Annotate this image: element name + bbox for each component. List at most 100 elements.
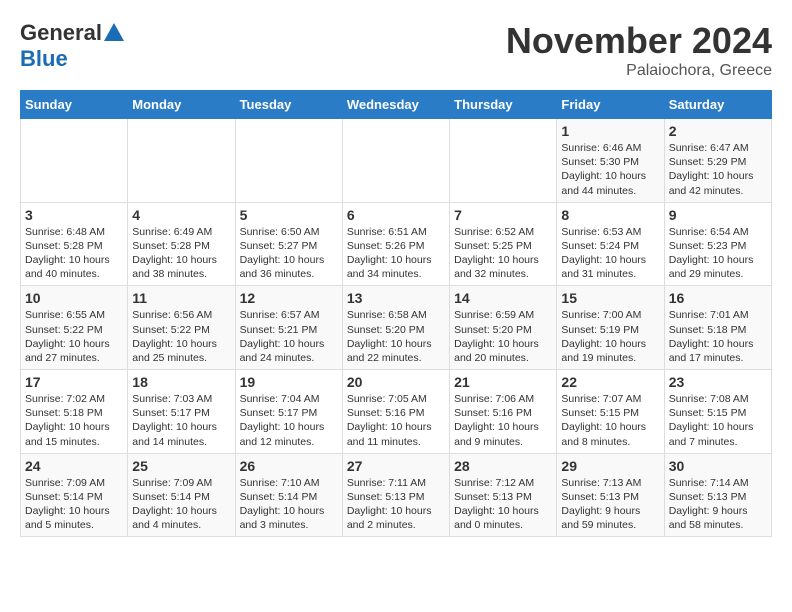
day-number: 21 (454, 374, 552, 390)
calendar-cell: 12 Sunrise: 6:57 AM Sunset: 5:21 PM Dayli… (235, 286, 342, 370)
day-number: 10 (25, 290, 123, 306)
day-info: Sunrise: 6:56 AM Sunset: 5:22 PM Dayligh… (132, 308, 230, 365)
day-number: 2 (669, 123, 767, 139)
calendar-cell: 10 Sunrise: 6:55 AM Sunset: 5:22 PM Dayli… (21, 286, 128, 370)
calendar-cell: 18 Sunrise: 7:03 AM Sunset: 5:17 PM Dayli… (128, 370, 235, 454)
calendar-cell: 25Sunrise: 7:09 AM Sunset: 5:14 PM Dayli… (128, 453, 235, 537)
day-info: Sunrise: 7:02 AM Sunset: 5:18 PM Dayligh… (25, 392, 123, 449)
calendar-cell: 19 Sunrise: 7:04 AM Sunset: 5:17 PM Dayli… (235, 370, 342, 454)
day-info: Sunrise: 7:03 AM Sunset: 5:17 PM Dayligh… (132, 392, 230, 449)
day-info: Sunrise: 7:09 AM Sunset: 5:14 PM Dayligh… (25, 476, 123, 533)
day-number: 18 (132, 374, 230, 390)
day-info: Sunrise: 6:52 AM Sunset: 5:25 PM Dayligh… (454, 225, 552, 282)
calendar-week-row: 3 Sunrise: 6:48 AM Sunset: 5:28 PM Daylig… (21, 202, 772, 286)
day-info: Sunrise: 6:50 AM Sunset: 5:27 PM Dayligh… (240, 225, 338, 282)
day-number: 6 (347, 207, 445, 223)
day-info: Sunrise: 7:11 AM Sunset: 5:13 PM Dayligh… (347, 476, 445, 533)
logo-general: General (20, 20, 102, 46)
day-info: Sunrise: 7:09 AM Sunset: 5:14 PM Dayligh… (132, 476, 230, 533)
header-tuesday: Tuesday (235, 91, 342, 119)
day-number: 15 (561, 290, 659, 306)
month-title: November 2024 (506, 20, 772, 62)
day-info: Sunrise: 7:06 AM Sunset: 5:16 PM Dayligh… (454, 392, 552, 449)
day-number: 19 (240, 374, 338, 390)
day-info: Sunrise: 7:04 AM Sunset: 5:17 PM Dayligh… (240, 392, 338, 449)
day-number: 1 (561, 123, 659, 139)
calendar-table: SundayMondayTuesdayWednesdayThursdayFrid… (20, 90, 772, 537)
calendar-cell: 27Sunrise: 7:11 AM Sunset: 5:13 PM Dayli… (342, 453, 449, 537)
page-header: General Blue November 2024 Palaiochora, … (20, 20, 772, 80)
day-info: Sunrise: 6:54 AM Sunset: 5:23 PM Dayligh… (669, 225, 767, 282)
calendar-cell: 20 Sunrise: 7:05 AM Sunset: 5:16 PM Dayli… (342, 370, 449, 454)
day-number: 20 (347, 374, 445, 390)
calendar-cell: 28 Sunrise: 7:12 AM Sunset: 5:13 PM Dayli… (450, 453, 557, 537)
calendar-cell (235, 119, 342, 203)
calendar-cell: 6 Sunrise: 6:51 AM Sunset: 5:26 PM Daylig… (342, 202, 449, 286)
calendar-cell: 13Sunrise: 6:58 AM Sunset: 5:20 PM Dayli… (342, 286, 449, 370)
day-number: 14 (454, 290, 552, 306)
calendar-week-row: 1Sunrise: 6:46 AM Sunset: 5:30 PM Daylig… (21, 119, 772, 203)
day-number: 28 (454, 458, 552, 474)
day-info: Sunrise: 7:07 AM Sunset: 5:15 PM Dayligh… (561, 392, 659, 449)
day-number: 9 (669, 207, 767, 223)
calendar-cell: 16Sunrise: 7:01 AM Sunset: 5:18 PM Dayli… (664, 286, 771, 370)
day-info: Sunrise: 6:47 AM Sunset: 5:29 PM Dayligh… (669, 141, 767, 198)
logo-triangle-icon (104, 23, 124, 41)
header-wednesday: Wednesday (342, 91, 449, 119)
day-info: Sunrise: 6:55 AM Sunset: 5:22 PM Dayligh… (25, 308, 123, 365)
calendar-week-row: 24 Sunrise: 7:09 AM Sunset: 5:14 PM Dayli… (21, 453, 772, 537)
day-number: 24 (25, 458, 123, 474)
calendar-cell: 30Sunrise: 7:14 AM Sunset: 5:13 PM Dayli… (664, 453, 771, 537)
day-number: 3 (25, 207, 123, 223)
calendar-week-row: 10 Sunrise: 6:55 AM Sunset: 5:22 PM Dayli… (21, 286, 772, 370)
location: Palaiochora, Greece (506, 62, 772, 80)
day-number: 4 (132, 207, 230, 223)
header-monday: Monday (128, 91, 235, 119)
calendar-week-row: 17 Sunrise: 7:02 AM Sunset: 5:18 PM Dayli… (21, 370, 772, 454)
logo-blue: Blue (20, 46, 68, 72)
day-info: Sunrise: 6:57 AM Sunset: 5:21 PM Dayligh… (240, 308, 338, 365)
day-number: 13 (347, 290, 445, 306)
calendar-cell: 24 Sunrise: 7:09 AM Sunset: 5:14 PM Dayli… (21, 453, 128, 537)
calendar-cell: 11 Sunrise: 6:56 AM Sunset: 5:22 PM Dayli… (128, 286, 235, 370)
calendar-cell: 23Sunrise: 7:08 AM Sunset: 5:15 PM Dayli… (664, 370, 771, 454)
day-number: 26 (240, 458, 338, 474)
day-info: Sunrise: 7:10 AM Sunset: 5:14 PM Dayligh… (240, 476, 338, 533)
day-info: Sunrise: 6:51 AM Sunset: 5:26 PM Dayligh… (347, 225, 445, 282)
day-info: Sunrise: 7:08 AM Sunset: 5:15 PM Dayligh… (669, 392, 767, 449)
calendar-cell: 5Sunrise: 6:50 AM Sunset: 5:27 PM Daylig… (235, 202, 342, 286)
calendar-cell: 22 Sunrise: 7:07 AM Sunset: 5:15 PM Dayli… (557, 370, 664, 454)
day-info: Sunrise: 7:05 AM Sunset: 5:16 PM Dayligh… (347, 392, 445, 449)
calendar-cell: 14Sunrise: 6:59 AM Sunset: 5:20 PM Dayli… (450, 286, 557, 370)
day-number: 16 (669, 290, 767, 306)
day-info: Sunrise: 7:00 AM Sunset: 5:19 PM Dayligh… (561, 308, 659, 365)
calendar-cell (450, 119, 557, 203)
calendar-cell: 15 Sunrise: 7:00 AM Sunset: 5:19 PM Dayli… (557, 286, 664, 370)
header-friday: Friday (557, 91, 664, 119)
calendar-cell: 26 Sunrise: 7:10 AM Sunset: 5:14 PM Dayli… (235, 453, 342, 537)
day-number: 8 (561, 207, 659, 223)
day-number: 29 (561, 458, 659, 474)
day-info: Sunrise: 6:53 AM Sunset: 5:24 PM Dayligh… (561, 225, 659, 282)
day-number: 17 (25, 374, 123, 390)
header-sunday: Sunday (21, 91, 128, 119)
title-section: November 2024 Palaiochora, Greece (506, 20, 772, 80)
header-saturday: Saturday (664, 91, 771, 119)
logo: General Blue (20, 20, 124, 72)
calendar-cell: 2 Sunrise: 6:47 AM Sunset: 5:29 PM Daylig… (664, 119, 771, 203)
calendar-cell: 21 Sunrise: 7:06 AM Sunset: 5:16 PM Dayli… (450, 370, 557, 454)
day-info: Sunrise: 7:12 AM Sunset: 5:13 PM Dayligh… (454, 476, 552, 533)
day-number: 7 (454, 207, 552, 223)
day-number: 11 (132, 290, 230, 306)
calendar-cell: 7 Sunrise: 6:52 AM Sunset: 5:25 PM Daylig… (450, 202, 557, 286)
calendar-cell: 3 Sunrise: 6:48 AM Sunset: 5:28 PM Daylig… (21, 202, 128, 286)
calendar-cell: 1Sunrise: 6:46 AM Sunset: 5:30 PM Daylig… (557, 119, 664, 203)
day-number: 12 (240, 290, 338, 306)
day-info: Sunrise: 7:13 AM Sunset: 5:13 PM Dayligh… (561, 476, 659, 533)
calendar-header-row: SundayMondayTuesdayWednesdayThursdayFrid… (21, 91, 772, 119)
day-number: 22 (561, 374, 659, 390)
calendar-cell: 9 Sunrise: 6:54 AM Sunset: 5:23 PM Daylig… (664, 202, 771, 286)
day-info: Sunrise: 6:49 AM Sunset: 5:28 PM Dayligh… (132, 225, 230, 282)
calendar-cell: 8 Sunrise: 6:53 AM Sunset: 5:24 PM Daylig… (557, 202, 664, 286)
day-info: Sunrise: 6:48 AM Sunset: 5:28 PM Dayligh… (25, 225, 123, 282)
